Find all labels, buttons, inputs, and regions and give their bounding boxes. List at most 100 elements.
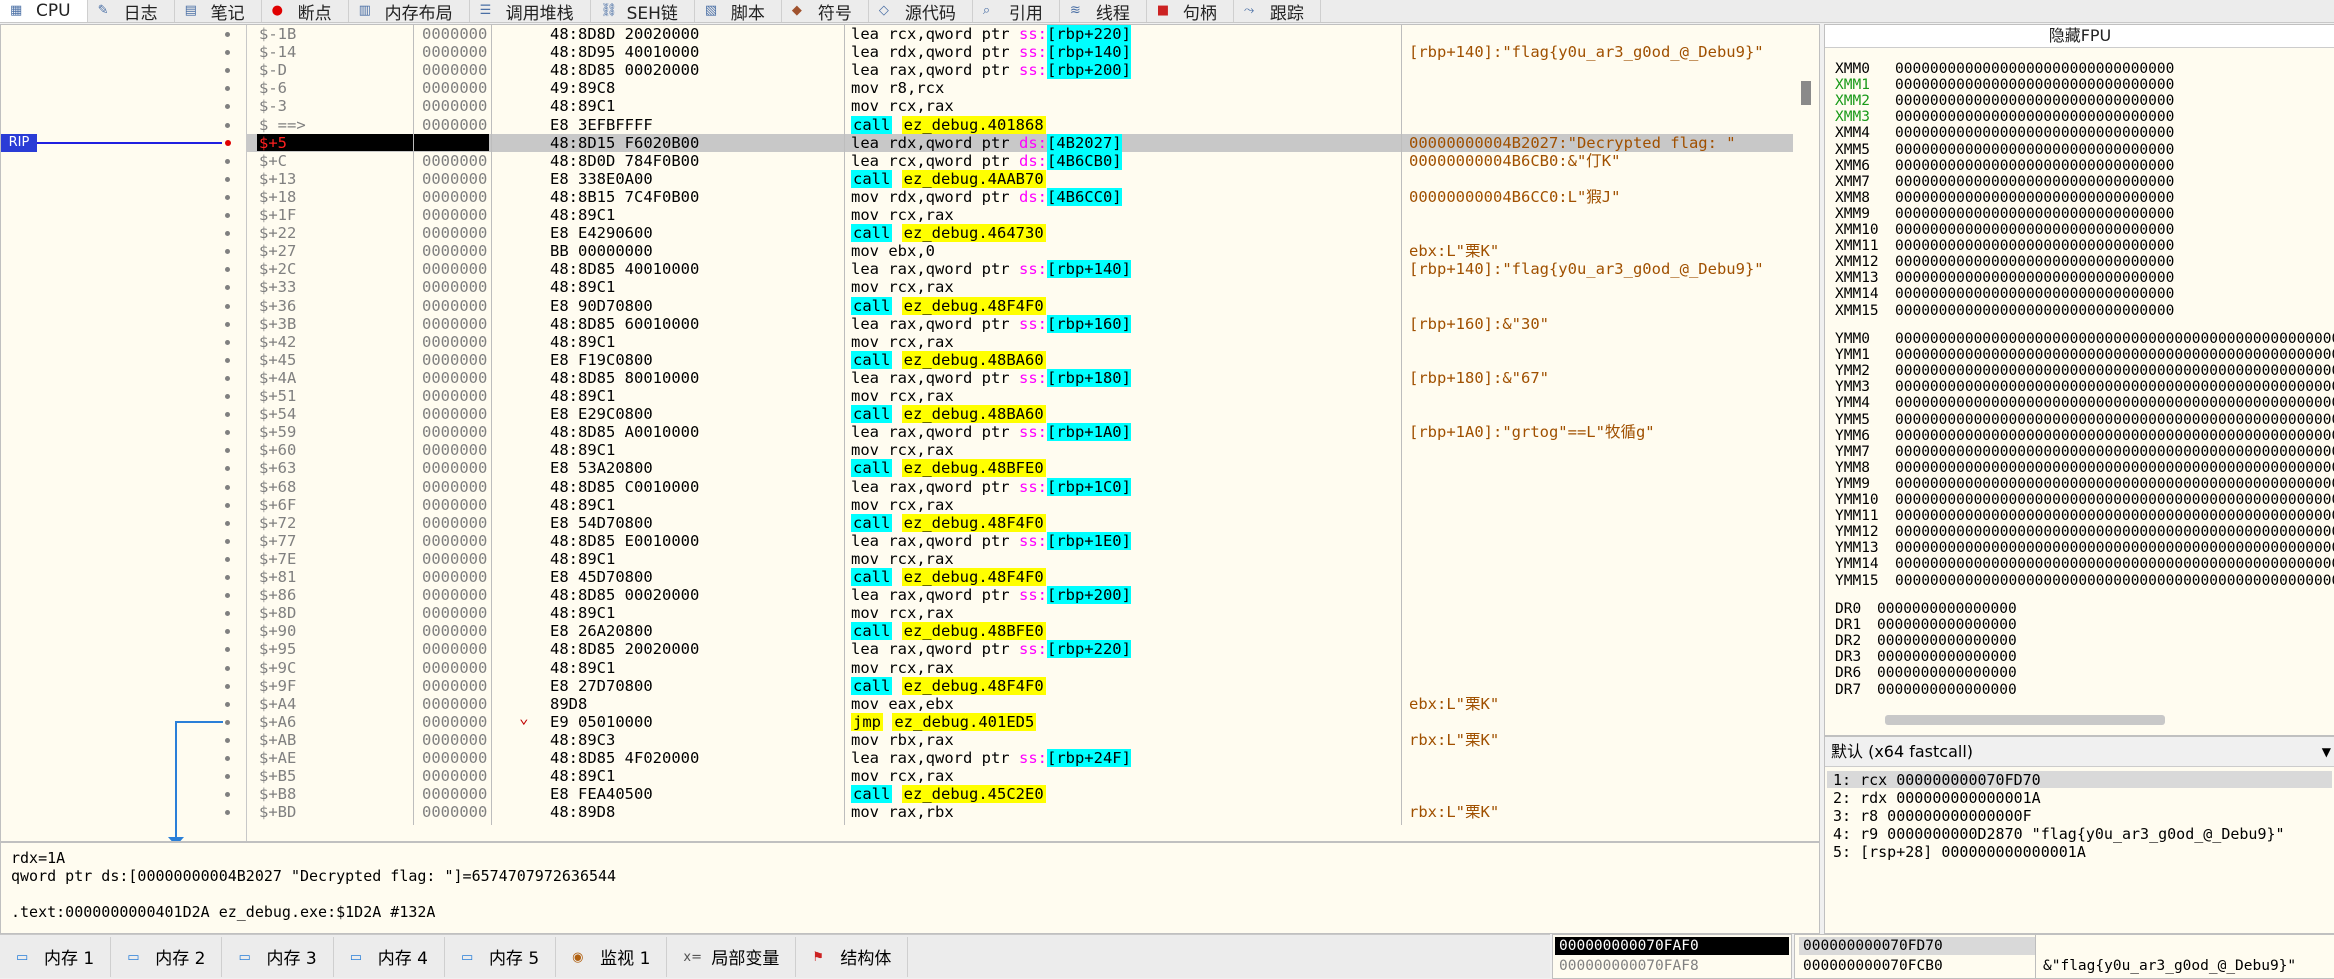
register-value[interactable]: 00000000000000000000000000000000 (1895, 158, 2174, 174)
disasm-row[interactable]: $+7E 0000000 48:89C1 mov rcx,rax (1, 550, 1801, 568)
address[interactable]: 0000000 (422, 25, 489, 43)
instruction[interactable]: call ez_debug.45C2E0 (851, 785, 1046, 804)
hide-fpu-toggle[interactable]: 隐藏FPU (1825, 25, 2334, 48)
disasm-row[interactable]: $+42 0000000 48:89C1 mov rcx,rax (1, 333, 1801, 351)
breakpoint-slot-icon[interactable] (225, 86, 230, 92)
bottom-tab[interactable]: ▭ 内存 1 (0, 936, 112, 977)
instruction[interactable]: mov rcx,rax (851, 550, 954, 568)
register-value[interactable]: 0000000000000000 (1877, 617, 2017, 633)
breakpoint-slot-icon[interactable] (225, 68, 230, 74)
disasm-row[interactable]: ⌄ $+A6 0000000 E9 05010000 jmp ez_debug.401E… (1, 708, 1801, 731)
instruction[interactable]: lea rcx,qword ptr ss:[rbp+220] (851, 25, 1131, 43)
register-row[interactable]: XMM3 00000000000000000000000000000000 (1835, 109, 2174, 125)
instruction[interactable]: call ez_debug.48BFE0 (851, 459, 1046, 478)
register-row[interactable]: XMM4 00000000000000000000000000000000 (1835, 125, 2174, 141)
breakpoint-slot-icon[interactable] (225, 538, 230, 544)
instruction[interactable]: lea rax,qword ptr ss:[rbp+24F] (851, 749, 1131, 767)
register-row[interactable]: YMM4 000000000000000000000000000000000000… (1835, 395, 2334, 411)
call-convention-pane[interactable]: 默认 (x64 fastcall) ▼ 1: rcx 000000000070F… (1824, 736, 2334, 934)
register-row[interactable]: XMM0 00000000000000000000000000000000 (1835, 61, 2174, 77)
bottom-tab[interactable]: ▭ 内存 3 (222, 936, 334, 977)
tab-script[interactable]: ▧ 脚本 (695, 0, 782, 24)
call-argument[interactable]: 5: [rsp+28] 000000000000001A (1833, 844, 2086, 861)
register-value[interactable]: 0000000000000000000000000000000000000000… (1895, 363, 2334, 379)
register-value[interactable]: 0000000000000000000000000000000000000000… (1895, 428, 2334, 444)
disasm-row[interactable]: $+AB 0000000 48:89C3 mov rbx,rax rbx:L"栗K" (1, 731, 1801, 749)
breakpoint-slot-icon[interactable] (225, 484, 230, 490)
instruction[interactable]: mov rcx,rax (851, 604, 954, 622)
register-row[interactable]: XMM9 00000000000000000000000000000000 (1835, 206, 2174, 222)
register-value[interactable]: 0000000000000000000000000000000000000000… (1895, 540, 2334, 556)
breakpoint-slot-icon[interactable] (225, 104, 230, 110)
register-row[interactable]: XMM11 00000000000000000000000000000000 (1835, 238, 2174, 254)
register-value[interactable]: 0000000000000000000000000000000000000000… (1895, 444, 2334, 460)
register-row[interactable]: XMM12 00000000000000000000000000000000 (1835, 254, 2174, 270)
vertical-scrollbar[interactable] (1801, 81, 1811, 105)
disasm-row[interactable]: $+2C 0000000 48:8D85 40010000 lea rax,qword… (1, 260, 1801, 279)
breakpoint-slot-icon[interactable] (225, 556, 230, 562)
breakpoint-slot-icon[interactable] (225, 357, 230, 363)
address[interactable]: 0000000 (422, 622, 489, 640)
disasm-row[interactable]: $+AE 0000000 48:8D85 4F020000 lea rax,qword… (1, 749, 1801, 767)
disasm-row[interactable]: $+A4 0000000 89D8 mov eax,ebx ebx:L"栗K" (1, 695, 1801, 713)
register-value[interactable]: 00000000000000000000000000000000 (1895, 270, 2174, 286)
instruction[interactable]: mov rcx,rax (851, 441, 954, 459)
instruction[interactable]: lea rdx,qword ptr ds:[4B2027] (851, 133, 1122, 152)
register-row[interactable]: XMM15 00000000000000000000000000000000 (1835, 303, 2174, 319)
address[interactable]: 0000000 (422, 423, 489, 441)
address[interactable]: 0000000 (422, 659, 489, 677)
disasm-row[interactable]: $+B8 0000000 E8 FEA40500 call ez_debug.45C2… (1, 785, 1801, 804)
instruction[interactable]: lea rax,qword ptr ss:[rbp+200] (851, 61, 1131, 80)
instruction[interactable]: call ez_debug.48BFE0 (851, 622, 1046, 641)
disasm-row[interactable]: $+54 0000000 E8 E29C0800 call ez_debug.48BA… (1, 405, 1801, 424)
disasm-row[interactable]: $+68 0000000 48:8D85 C0010000 lea rax,qword… (1, 477, 1801, 496)
register-value[interactable]: 0000000000000000 (1877, 633, 2017, 649)
register-value[interactable]: 00000000000000000000000000000000 (1895, 61, 2174, 77)
bottom-tab[interactable]: ▭ 内存 2 (111, 936, 223, 977)
address[interactable]: 0000000 (422, 260, 489, 278)
register-value[interactable]: 0000000000000000000000000000000000000000… (1895, 492, 2334, 508)
register-value[interactable]: 0000000000000000000000000000000000000000… (1895, 331, 2334, 347)
call-convention-select[interactable]: 默认 (x64 fastcall) ▼ (1825, 737, 2334, 767)
register-row[interactable]: YMM3 000000000000000000000000000000000000… (1835, 379, 2334, 395)
disasm-row[interactable]: $+33 0000000 48:89C1 mov rcx,rax (1, 278, 1801, 296)
register-row[interactable]: DR1 0000000000000000 (1835, 617, 2017, 633)
disasm-row[interactable]: $+60 0000000 48:89C1 mov rcx,rax (1, 441, 1801, 459)
register-row[interactable]: DR7 0000000000000000 (1835, 682, 2017, 698)
address[interactable]: 0000000 (422, 152, 489, 170)
address[interactable]: 0000000 (422, 514, 489, 532)
breakpoint-slot-icon[interactable] (225, 810, 230, 816)
register-row[interactable]: YMM11 00000000000000000000000000000000000… (1835, 508, 2334, 524)
register-value[interactable]: 0000000000000000 (1877, 649, 2017, 665)
breakpoint-slot-icon[interactable] (225, 520, 230, 526)
register-row[interactable]: XMM6 00000000000000000000000000000000 (1835, 158, 2174, 174)
instruction[interactable]: call ez_debug.48BA60 (851, 405, 1046, 424)
breakpoint-slot-icon[interactable] (225, 50, 230, 56)
tab-cpu[interactable]: ▦ CPU (0, 0, 88, 22)
address[interactable]: 0000000 (422, 586, 489, 604)
instruction[interactable]: call ez_debug.48BA60 (851, 350, 1046, 369)
register-value[interactable]: 00000000000000000000000000000000 (1895, 303, 2174, 319)
register-value[interactable]: 00000000000000000000000000000000 (1895, 174, 2174, 190)
breakpoint-slot-icon[interactable] (225, 466, 230, 472)
register-value[interactable]: 00000000000000000000000000000000 (1895, 238, 2174, 254)
tab-trace[interactable]: ⤳ 跟踪 (1234, 0, 1321, 24)
breakpoint-slot-icon[interactable] (225, 122, 230, 128)
tab-call-stack[interactable]: ☰ 调用堆栈 (470, 0, 591, 24)
register-row[interactable]: XMM5 00000000000000000000000000000000 (1835, 142, 2174, 158)
stack-pane[interactable]: 000000000070FD70 000000000070FCB0 &"flag… (1794, 934, 2334, 979)
breakpoint-slot-icon[interactable] (225, 665, 230, 671)
register-value[interactable]: 00000000000000000000000000000000 (1895, 286, 2174, 302)
disassembly-pane[interactable]: RIP $-1B 0000000 48:8D8D 20020000 lea rcx,q… (0, 24, 1820, 842)
address[interactable]: 0000000 (422, 278, 489, 296)
instruction[interactable]: lea rax,qword ptr ss:[rbp+220] (851, 640, 1131, 659)
address[interactable]: 0000000 (422, 43, 489, 61)
breakpoint-slot-icon[interactable] (225, 611, 230, 617)
address[interactable]: 0000000 (422, 61, 489, 79)
call-argument[interactable]: 4: r9 0000000000D2870 "flag{y0u_ar3_g0od… (1833, 826, 2285, 843)
tab-threads[interactable]: ≋ 线程 (1060, 0, 1147, 24)
register-row[interactable]: DR6 0000000000000000 (1835, 665, 2017, 681)
register-row[interactable]: DR3 0000000000000000 (1835, 649, 2017, 665)
address[interactable]: 0000000 (422, 405, 489, 423)
disasm-row[interactable]: $+90 0000000 E8 26A20800 call ez_debug.48BF… (1, 622, 1801, 641)
